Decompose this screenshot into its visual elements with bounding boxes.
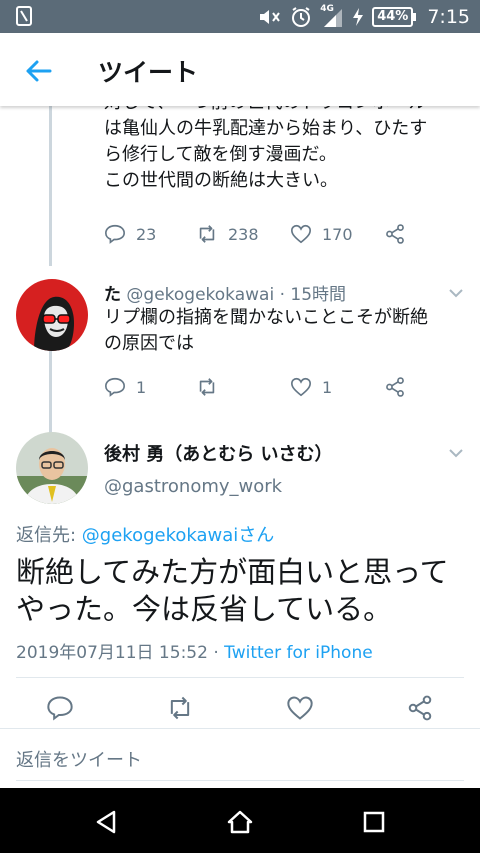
divider (16, 780, 464, 781)
divider (0, 728, 480, 729)
tweet-actions: 1 1 (104, 376, 424, 406)
reply-button[interactable]: 23 (104, 223, 156, 245)
recent-apps-icon[interactable] (360, 808, 388, 836)
reply-tweet-input[interactable]: 返信をツイート (16, 746, 142, 772)
thread-line (49, 106, 52, 266)
tweet-source[interactable]: Twitter for iPhone (224, 643, 373, 663)
avatar[interactable] (16, 279, 88, 351)
divider (16, 677, 464, 678)
tweet-text: リプ欄の指摘を聞かないことこそが断絶 の原因では (104, 307, 428, 354)
signal-icon: 4G (320, 4, 344, 28)
retweet-button[interactable]: 238 (196, 223, 259, 245)
navigation-bar (0, 788, 480, 853)
display-name[interactable]: 後村 勇（あとむら いさむ） (104, 440, 333, 466)
reply-to-handle[interactable]: @gekogekokawaiさん (82, 525, 274, 546)
mute-icon (260, 9, 281, 24)
retweet-icon (199, 225, 215, 243)
tweet-thread: 対して、一つ前の世代のドラゴンボール は亀仙人の牛乳配達から始まり、ひたす ら修… (0, 106, 480, 788)
chevron-down-icon[interactable] (448, 448, 464, 458)
user-handle[interactable]: @gastronomy_work (104, 476, 282, 497)
page-title: ツイート (98, 58, 199, 87)
reply-icon (105, 224, 125, 244)
chevron-down-icon[interactable] (448, 288, 464, 298)
app-header: ツイート (0, 33, 480, 106)
back-arrow-icon[interactable] (22, 55, 54, 87)
share-icon (386, 224, 404, 244)
tweet-meta: 2019年07月11日 15:52 · Twitter for iPhone (16, 638, 373, 663)
heart-icon (291, 377, 311, 397)
thread-line (49, 351, 52, 433)
reply-icon (105, 377, 125, 397)
share-button[interactable] (384, 223, 406, 245)
back-icon[interactable] (92, 808, 120, 836)
retweet-button[interactable] (196, 376, 228, 398)
reply-to-line: 返信先: @gekogekokawaiさん (16, 525, 275, 546)
tweet-text: 対して、一つ前の世代のドラゴンボール は亀仙人の牛乳配達から始まり、ひたす ら修… (104, 106, 428, 191)
share-icon (386, 377, 404, 397)
user-handle[interactable]: @gekogekokawai (126, 285, 274, 305)
avatar[interactable] (16, 432, 88, 504)
reply-icon[interactable] (46, 694, 74, 722)
display-name[interactable]: た (104, 285, 121, 305)
reply-button[interactable]: 1 (104, 376, 146, 398)
tweet-actions (0, 694, 480, 728)
share-button[interactable] (384, 376, 406, 398)
tweet-actions: 23 238 170 (104, 223, 424, 253)
tweet-datetime: 2019年07月11日 15:52 · (16, 643, 225, 663)
alarm-icon (292, 6, 311, 27)
retweet-icon (199, 378, 215, 396)
tweet-time: · 15時間 (279, 285, 347, 305)
heart-icon (291, 224, 311, 244)
status-bar: 4G 44% 7:15 (0, 0, 480, 33)
tweet-header: た @gekogekokawai · 15時間 (104, 280, 346, 305)
retweet-icon[interactable] (166, 694, 194, 722)
notification-app-icon (16, 6, 32, 26)
battery-indicator: 44% (372, 6, 417, 27)
share-icon[interactable] (406, 694, 434, 722)
clock: 7:15 (427, 5, 470, 28)
heart-icon[interactable] (286, 694, 314, 722)
like-button[interactable]: 170 (290, 223, 353, 245)
tweet-text: 断絶してみた方が面白いと思って やった。今は反省している。 (16, 555, 449, 626)
like-button[interactable]: 1 (290, 376, 332, 398)
charging-icon (353, 7, 364, 26)
home-icon[interactable] (226, 808, 254, 836)
